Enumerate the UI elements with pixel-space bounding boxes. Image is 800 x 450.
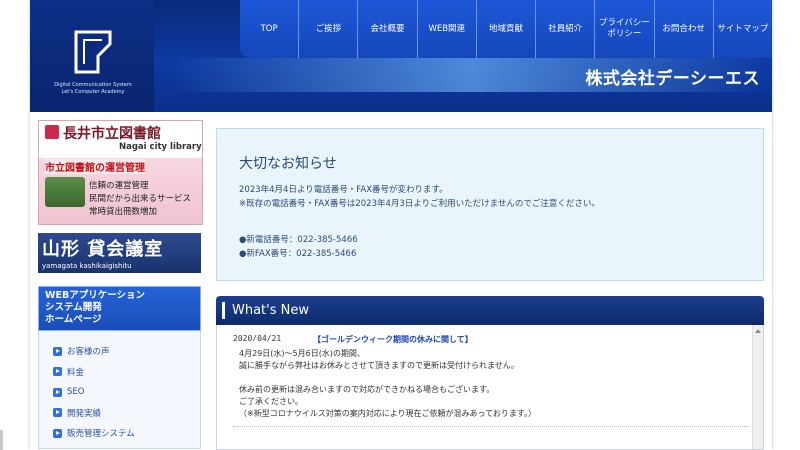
nav-contact[interactable]: お問合わせ (655, 0, 714, 58)
sidebar: 長井市立図書館 Nagai city library 市立図書館の運営管理 信頼… (38, 120, 203, 449)
logo[interactable]: Digital Communication System Let's Compu… (30, 0, 154, 112)
library-headline: 市立図書館の運営管理 (45, 159, 145, 174)
sidebar-item-works[interactable]: 開発実績 (39, 403, 200, 424)
library-line: 信頼の運営管理 (89, 181, 149, 191)
library-banner[interactable]: 長井市立図書館 Nagai city library 市立図書館の運営管理 信頼… (38, 120, 203, 225)
whats-new-panel: 2020/04/21 【ゴールデンウィーク期間の休みに関して】 4月29日(水)… (216, 325, 764, 450)
service-line: ホームページ (45, 314, 102, 325)
edge-mark (0, 430, 3, 450)
nav-web[interactable]: WEB関連 (418, 0, 477, 58)
service-line: システム開発 (45, 302, 102, 313)
logo-mark-icon (74, 30, 112, 74)
library-line: 常時貸出冊数増加 (89, 207, 158, 217)
sidebar-item-seo[interactable]: SEO (39, 382, 200, 403)
library-logo-icon (45, 125, 59, 139)
nav-staff[interactable]: 社員紹介 (536, 0, 596, 58)
yamagata-banner[interactable]: 山形 貸会議室 yamagata kashikaigishitu (38, 233, 201, 273)
sidebar-menu: お客様の声 料金 SEO 開発実績 販売管理システム (38, 331, 201, 449)
sidebar-item-sales-system[interactable]: 販売管理システム (39, 423, 200, 444)
news-date: 2020/04/21 (233, 334, 282, 343)
news-title[interactable]: 【ゴールデンウィーク期間の休みに関して】 (313, 334, 473, 345)
nav-greeting[interactable]: ご挨拶 (299, 0, 359, 58)
news-line (239, 372, 749, 384)
yamagata-subtitle: yamagata kashikaigishitu (42, 262, 132, 270)
notice-line: 2023年4月4日より電話番号・FAX番号が変わります。 (239, 185, 448, 195)
sidebar-item-label: 料金 (67, 367, 85, 378)
service-box[interactable]: WEBアプリケーション システム開発 ホームページ (38, 286, 201, 331)
news-entry-header: 2020/04/21 【ゴールデンウィーク期間の休みに関して】 (233, 334, 749, 345)
notice-line: ※既存の電話番号・FAX番号は2023年4月3日よりご利用いただけませんのでご注… (239, 199, 600, 209)
news-line: 4月29日(水)～5月6日(水)の期間、 (239, 349, 365, 358)
yamagata-title: 山形 貸会議室 (42, 239, 164, 260)
nav-company[interactable]: 会社概要 (358, 0, 418, 58)
news-line: ご了承ください。 (239, 397, 303, 406)
sidebar-item-voice[interactable]: お客様の声 (39, 341, 200, 362)
sidebar-item-label: 開発実績 (67, 408, 102, 419)
important-notice: 大切なお知らせ 2023年4月4日より電話番号・FAX番号が変わります。 ※既存… (216, 128, 764, 281)
notice-tel: ●新電話番号：022-385-5466 (239, 235, 358, 245)
site-header: Digital Communication System Let's Compu… (30, 0, 772, 112)
news-line: 休み前の更新は混み合いますので対応ができかねる場合もございます。 (239, 385, 495, 394)
logo-text-line: Digital Communication System (54, 82, 132, 88)
sidebar-item-price[interactable]: 料金 (39, 362, 200, 383)
arrow-right-icon (53, 367, 62, 377)
nav-community[interactable]: 地域貢献 (477, 0, 537, 58)
sidebar-item-label: SEO (67, 387, 85, 398)
sidebar-item-label: 販売管理システム (67, 429, 135, 440)
nav-top[interactable]: TOP (240, 0, 300, 58)
notice-title: 大切なお知らせ (239, 156, 337, 172)
bookmobile-image (45, 177, 85, 207)
news-line: （※新型コロナウイルス対策の案内対応により現在ご依頼が混みあっております。） (239, 409, 537, 418)
notice-fax: ●新FAX番号：022-385-5466 (239, 249, 357, 259)
page-container: Digital Communication System Let's Compu… (30, 0, 772, 450)
arrow-right-icon (53, 428, 62, 438)
nav-sitemap[interactable]: サイトマップ (714, 0, 772, 58)
company-name: 株式会社デーシーエス (585, 69, 760, 89)
logo-text-line: Let's Computer Academy (61, 89, 125, 95)
service-line: WEBアプリケーション (45, 290, 146, 301)
browser-left-edge (0, 0, 30, 450)
arrow-right-icon (53, 346, 62, 356)
news-scrollbar[interactable] (752, 325, 763, 449)
sidebar-item-label: お客様の声 (67, 347, 110, 358)
arrow-right-icon (53, 408, 62, 418)
scroll-up-icon[interactable] (755, 329, 761, 333)
news-body-text: 4月29日(水)～5月6日(水)の期間、 誠に勝手ながら弊社はお休みとさせて頂き… (233, 348, 749, 420)
whats-new-heading: What's New (216, 296, 764, 325)
news-line: 誠に勝手ながら弊社はお休みとさせて頂きますので更新は受付けられません。 (239, 361, 519, 370)
logo-text: Digital Communication System Let's Compu… (38, 82, 148, 96)
library-title: 長井市立図書館 (63, 126, 161, 142)
nav-privacy[interactable]: プライバシー ポリシー (595, 0, 655, 58)
library-line: 民間だから出来るサービス (89, 194, 192, 204)
news-separator (233, 426, 749, 427)
arrow-right-icon (53, 387, 62, 397)
library-subtitle: Nagai city library (119, 142, 202, 152)
global-nav: TOP ご挨拶 会社概要 WEB関連 地域貢献 社員紹介 プライバシー ポリシー… (240, 0, 772, 58)
